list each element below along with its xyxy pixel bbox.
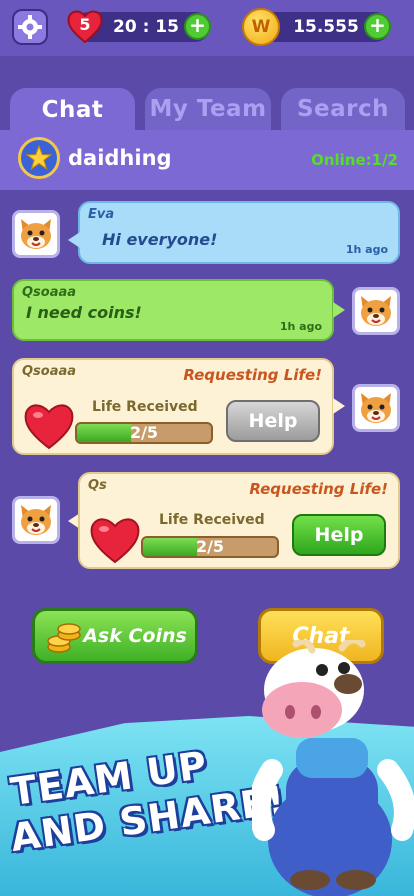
- message-text: Hi everyone!: [102, 230, 218, 249]
- progress-text: 2/5: [195, 537, 225, 556]
- fox-avatar-icon: [361, 296, 391, 326]
- add-lives-button[interactable]: +: [184, 13, 211, 40]
- online-count: Online:1/2: [311, 151, 398, 169]
- gear-icon: [18, 15, 42, 39]
- bubble-tail: [333, 302, 345, 318]
- life-progress-bar: 2/5: [141, 536, 279, 558]
- cow-mascot: [252, 640, 414, 896]
- message-time: 1h ago: [345, 243, 388, 256]
- fox-avatar-icon: [361, 393, 391, 423]
- avatar[interactable]: [352, 287, 400, 335]
- star-icon: [26, 145, 52, 171]
- add-coins-button[interactable]: +: [364, 13, 391, 40]
- life-received-label: Life Received: [92, 399, 198, 415]
- bubble-tail: [68, 232, 80, 248]
- team-badge: [18, 137, 60, 179]
- chat-message: Qsoaaa I need coins! 1h ago: [12, 279, 334, 341]
- request-sender: Qsoaaa: [22, 364, 77, 379]
- ask-coins-label: Ask Coins: [83, 625, 187, 647]
- team-name: daidhing: [68, 146, 172, 170]
- life-received-label: Life Received: [159, 512, 265, 528]
- message-sender: Qsoaaa: [22, 285, 77, 300]
- tab-chat[interactable]: Chat: [10, 88, 135, 132]
- avatar[interactable]: [12, 210, 60, 258]
- tab-my-team[interactable]: My Team: [145, 88, 271, 130]
- coin-balance-text: 15.555: [293, 17, 359, 37]
- message-time: 1h ago: [279, 320, 322, 333]
- progress-text: 2/5: [129, 423, 159, 442]
- avatar[interactable]: [352, 384, 400, 432]
- request-title: Requesting Life!: [183, 366, 322, 384]
- lives-timer-text: 20 : 15: [113, 17, 179, 37]
- request-sender: Qs: [88, 478, 107, 493]
- settings-button[interactable]: [12, 9, 48, 45]
- lives-heart-icon: 5: [66, 8, 104, 44]
- request-title: Requesting Life!: [249, 480, 388, 498]
- tab-search[interactable]: Search: [281, 88, 405, 130]
- bubble-tail: [333, 398, 345, 414]
- coin-stack-icon: [47, 623, 81, 653]
- lives-count: 5: [79, 15, 91, 34]
- avatar[interactable]: [12, 496, 60, 544]
- life-heart-icon: [24, 404, 74, 450]
- life-progress-bar: 2/5: [75, 422, 213, 444]
- life-heart-icon: [90, 518, 140, 564]
- ask-coins-button[interactable]: Ask Coins: [32, 608, 198, 664]
- fox-avatar-icon: [21, 219, 51, 249]
- message-sender: Eva: [88, 207, 115, 222]
- message-text: I need coins!: [26, 303, 142, 322]
- help-button[interactable]: Help: [226, 400, 320, 442]
- coin-icon: W: [242, 8, 280, 46]
- fox-avatar-icon: [21, 505, 51, 535]
- chat-message: Eva Hi everyone! 1h ago: [78, 201, 400, 264]
- help-button[interactable]: Help: [292, 514, 386, 556]
